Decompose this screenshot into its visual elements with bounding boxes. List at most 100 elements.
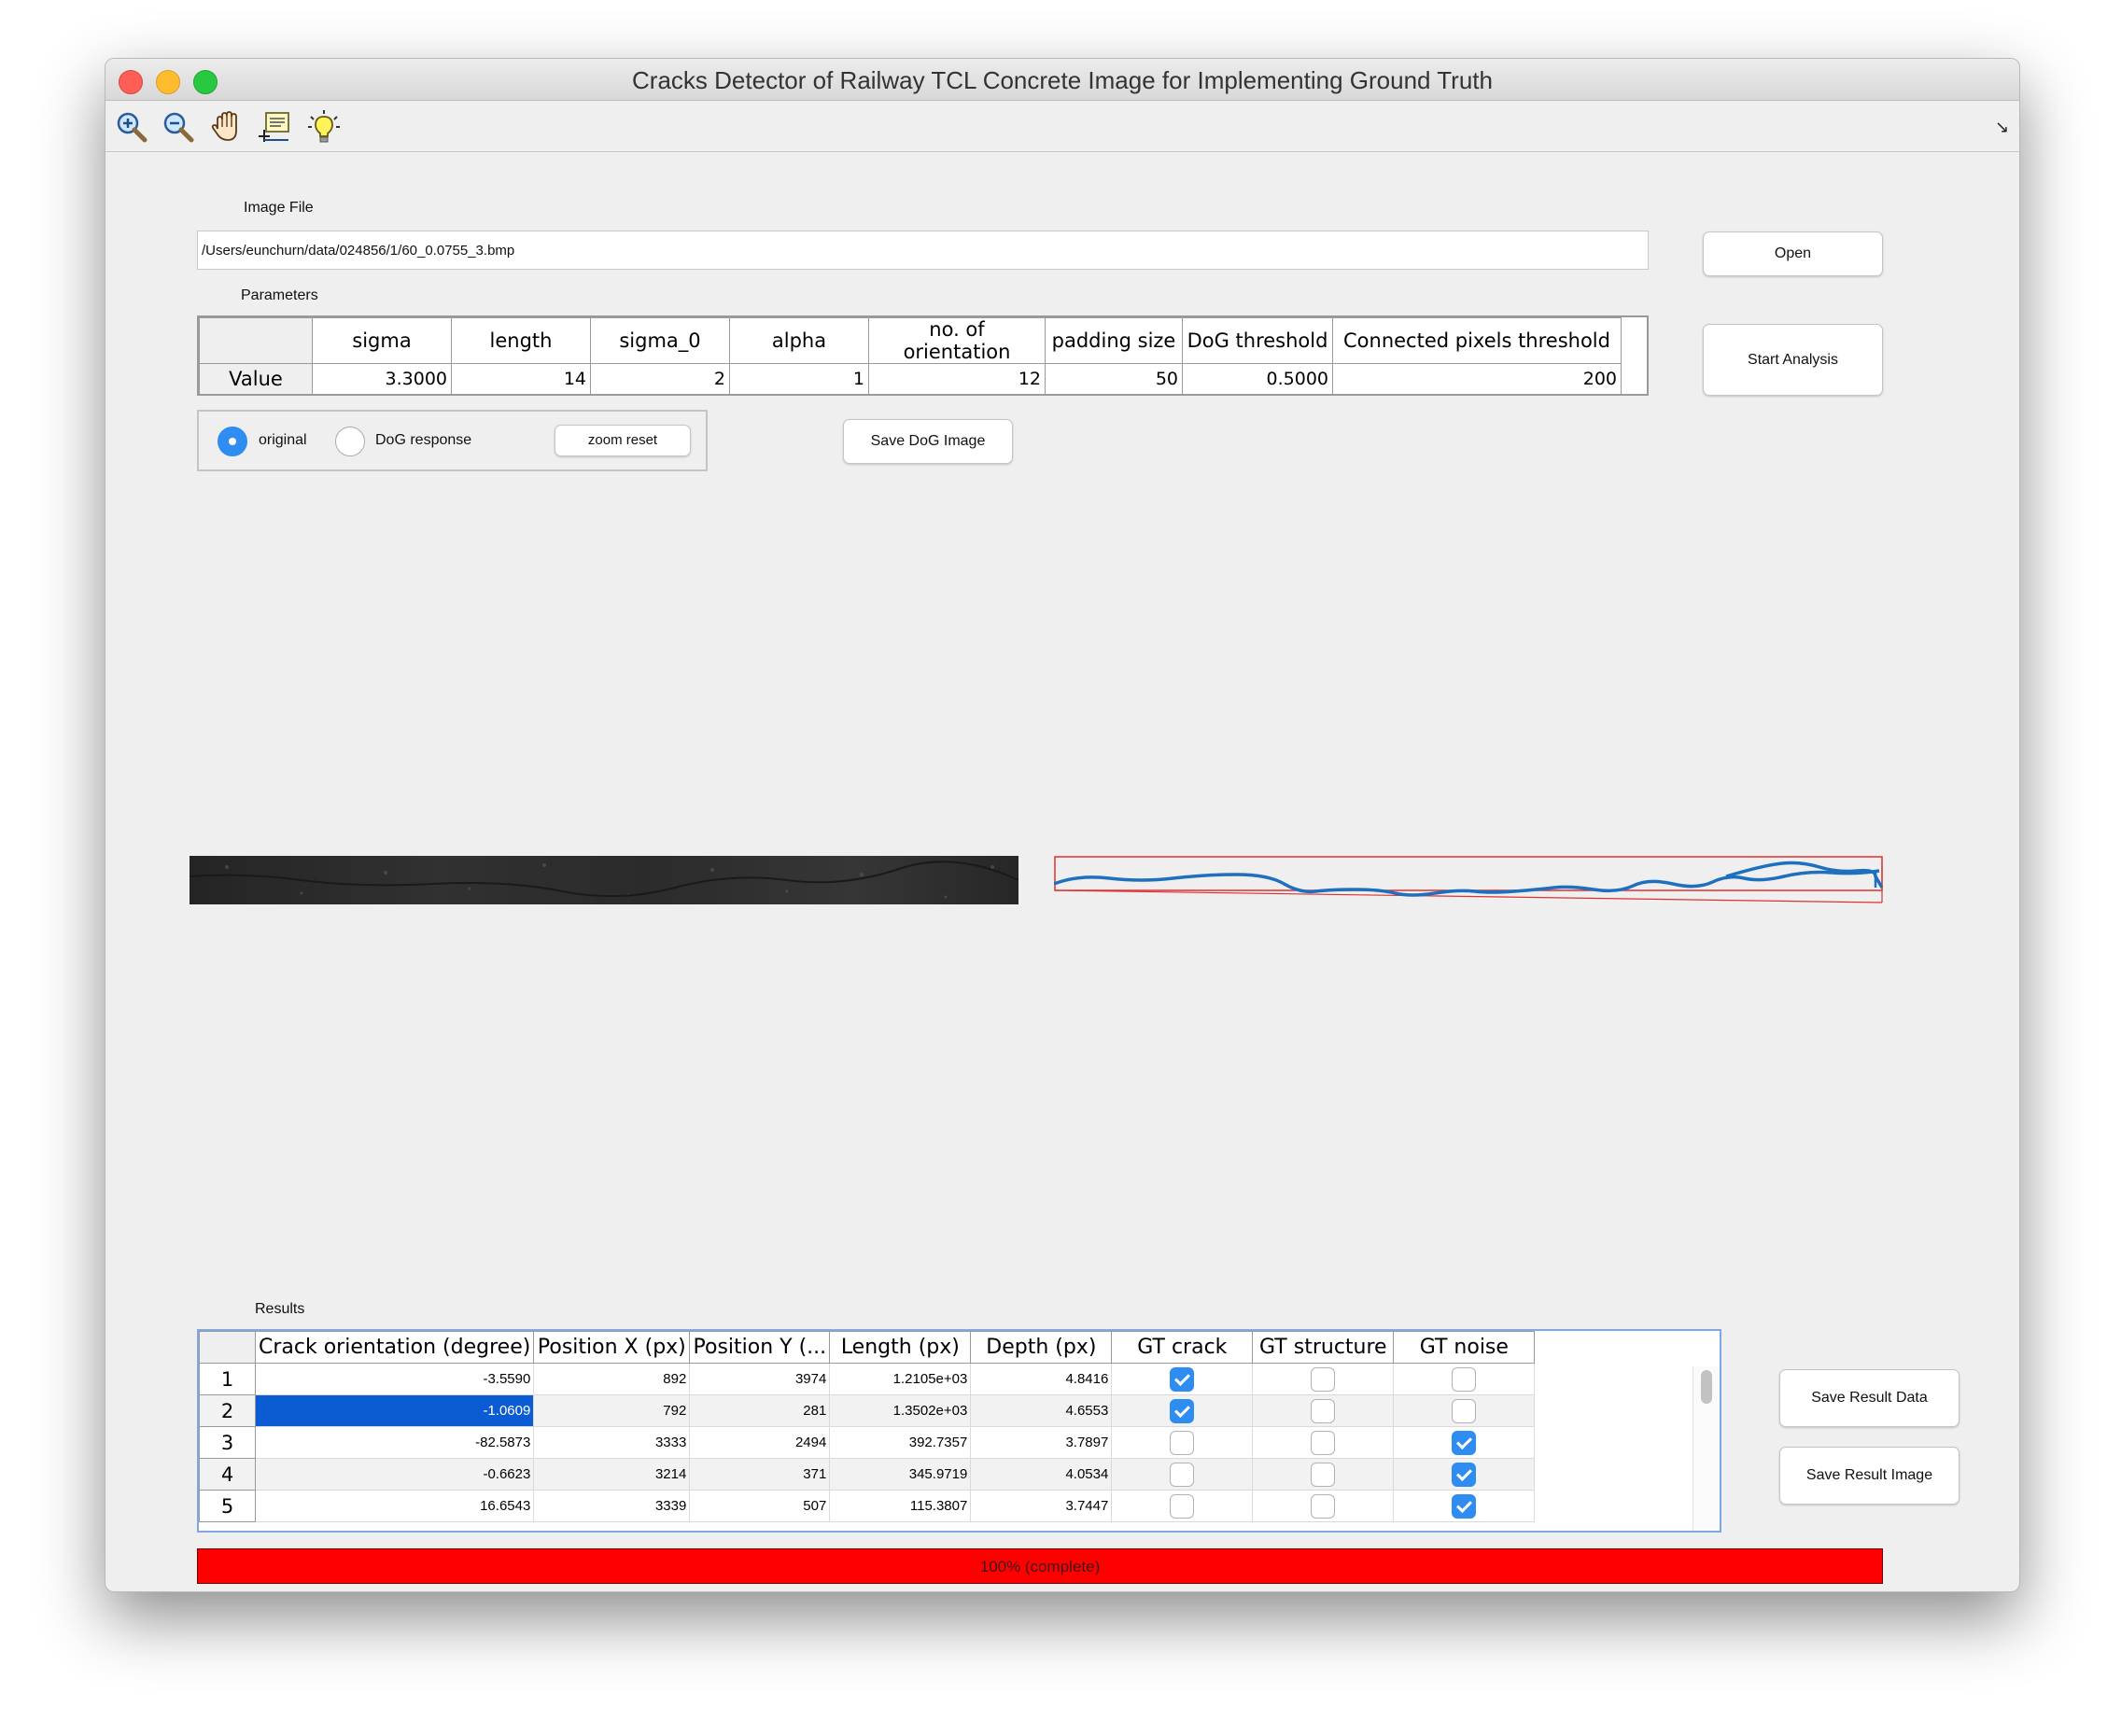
gt-noise-checkbox[interactable] xyxy=(1452,1398,1477,1423)
results-scrollbar-track[interactable] xyxy=(1693,1366,1720,1531)
position-y-cell[interactable]: 371 xyxy=(689,1458,831,1491)
orientation-cell[interactable]: 16.6543 xyxy=(254,1490,535,1522)
original-radio[interactable] xyxy=(218,427,247,456)
position-x-cell[interactable]: 792 xyxy=(533,1394,691,1427)
zoom-reset-button[interactable]: zoom reset xyxy=(555,425,691,456)
crack-detection-plot[interactable] xyxy=(1054,856,1883,904)
gt-structure-cell xyxy=(1252,1490,1395,1522)
data-cursor-icon[interactable] xyxy=(257,108,294,146)
gt-noise-cell xyxy=(1393,1490,1536,1522)
results-header-gt-structure[interactable]: GT structure xyxy=(1252,1331,1395,1364)
param-connected-pixels-cell[interactable]: 200 xyxy=(1332,363,1622,395)
length-cell[interactable]: 392.7357 xyxy=(829,1426,972,1459)
start-analysis-button[interactable]: Start Analysis xyxy=(1703,324,1883,396)
gt-crack-checkbox[interactable] xyxy=(1170,1493,1195,1519)
image-file-path-field[interactable]: /Users/eunchurn/data/024856/1/60_0.0755_… xyxy=(197,231,1649,270)
gt-structure-checkbox[interactable] xyxy=(1311,1493,1336,1519)
param-header: sigma_0 xyxy=(590,317,730,364)
progress-bar: 100% (complete) xyxy=(197,1548,1883,1584)
depth-cell[interactable]: 3.7897 xyxy=(970,1426,1113,1459)
gt-structure-cell xyxy=(1252,1363,1395,1395)
results-header-orientation[interactable]: Crack orientation (degree) xyxy=(254,1331,535,1364)
concrete-original-image[interactable] xyxy=(190,856,1018,904)
gt-noise-checkbox[interactable] xyxy=(1452,1430,1477,1455)
table-row[interactable]: 1 -3.5590 892 3974 1.2105e+03 4.8416 xyxy=(199,1363,1536,1395)
row-number-cell: 1 xyxy=(199,1363,256,1395)
position-x-cell[interactable]: 3333 xyxy=(533,1426,691,1459)
parameters-table-frame: sigma length sigma_0 alpha no. of orient… xyxy=(197,315,1649,396)
length-cell[interactable]: 115.3807 xyxy=(829,1490,972,1522)
orientation-cell[interactable]: -1.0609 xyxy=(254,1394,535,1427)
param-sigma-cell[interactable]: 3.3000 xyxy=(312,363,452,395)
gt-crack-checkbox[interactable] xyxy=(1170,1366,1195,1392)
gt-noise-cell xyxy=(1393,1363,1536,1395)
param-sigma0-cell[interactable]: 2 xyxy=(590,363,730,395)
results-label: Results xyxy=(255,1301,305,1317)
table-row[interactable]: 4 -0.6623 3214 371 345.9719 4.0534 xyxy=(199,1458,1536,1491)
save-result-data-button[interactable]: Save Result Data xyxy=(1779,1369,1959,1427)
results-header-depth[interactable]: Depth (px) xyxy=(970,1331,1113,1364)
table-row[interactable]: 5 16.6543 3339 507 115.3807 3.7447 xyxy=(199,1490,1536,1522)
gt-structure-checkbox[interactable] xyxy=(1311,1430,1336,1455)
gt-noise-cell xyxy=(1393,1394,1536,1427)
gt-structure-checkbox[interactable] xyxy=(1311,1366,1336,1392)
length-cell[interactable]: 1.2105e+03 xyxy=(829,1363,972,1395)
results-header-position-x[interactable]: Position X (px) xyxy=(533,1331,691,1364)
save-dog-image-button[interactable]: Save DoG Image xyxy=(843,419,1013,464)
param-header: DoG threshold xyxy=(1182,317,1333,364)
gt-crack-checkbox[interactable] xyxy=(1170,1462,1195,1487)
param-length-cell[interactable]: 14 xyxy=(451,363,591,395)
length-cell[interactable]: 1.3502e+03 xyxy=(829,1394,972,1427)
zoom-out-icon[interactable] xyxy=(160,108,197,146)
position-x-cell[interactable]: 3214 xyxy=(533,1458,691,1491)
gt-structure-cell xyxy=(1252,1394,1395,1427)
depth-cell[interactable]: 3.7447 xyxy=(970,1490,1113,1522)
results-header-gt-crack[interactable]: GT crack xyxy=(1111,1331,1254,1364)
results-header-length[interactable]: Length (px) xyxy=(829,1331,972,1364)
table-row[interactable]: 3 -82.5873 3333 2494 392.7357 3.7897 xyxy=(199,1426,1536,1459)
param-alpha-cell[interactable]: 1 xyxy=(729,363,869,395)
gt-noise-checkbox[interactable] xyxy=(1452,1493,1477,1519)
open-button[interactable]: Open xyxy=(1703,231,1883,276)
gt-noise-checkbox[interactable] xyxy=(1452,1462,1477,1487)
orientation-cell[interactable]: -0.6623 xyxy=(254,1458,535,1491)
save-result-image-button[interactable]: Save Result Image xyxy=(1779,1447,1959,1505)
toolbar: ↘ xyxy=(105,101,2019,152)
position-y-cell[interactable]: 3974 xyxy=(689,1363,831,1395)
position-y-cell[interactable]: 2494 xyxy=(689,1426,831,1459)
position-x-cell[interactable]: 892 xyxy=(533,1363,691,1395)
length-cell[interactable]: 345.9719 xyxy=(829,1458,972,1491)
gt-structure-checkbox[interactable] xyxy=(1311,1462,1336,1487)
lightbulb-icon[interactable] xyxy=(305,108,343,146)
depth-cell[interactable]: 4.6553 xyxy=(970,1394,1113,1427)
results-table: Crack orientation (degree) Position X (p… xyxy=(199,1331,1536,1522)
param-padding-cell[interactable]: 50 xyxy=(1045,363,1183,395)
gt-noise-checkbox[interactable] xyxy=(1452,1366,1477,1392)
window-title: Cracks Detector of Railway TCL Concrete … xyxy=(632,66,1493,94)
results-scrollbar-thumb[interactable] xyxy=(1701,1370,1712,1404)
param-header: alpha xyxy=(729,317,869,364)
gt-crack-checkbox[interactable] xyxy=(1170,1398,1195,1423)
orientation-cell[interactable]: -82.5873 xyxy=(254,1426,535,1459)
results-header-position-y[interactable]: Position Y (... xyxy=(689,1331,831,1364)
position-y-cell[interactable]: 507 xyxy=(689,1490,831,1522)
parameters-corner-cell xyxy=(199,317,313,364)
dog-response-radio[interactable] xyxy=(335,427,365,456)
gt-crack-cell xyxy=(1111,1394,1254,1427)
depth-cell[interactable]: 4.0534 xyxy=(970,1458,1113,1491)
toolbar-dock-arrow-icon[interactable]: ↘ xyxy=(1995,118,2009,137)
app-window: Cracks Detector of Railway TCL Concrete … xyxy=(105,58,2020,1592)
zoom-in-icon[interactable] xyxy=(113,108,150,146)
position-y-cell[interactable]: 281 xyxy=(689,1394,831,1427)
row-number-cell: 2 xyxy=(199,1394,256,1427)
param-dog-threshold-cell[interactable]: 0.5000 xyxy=(1182,363,1333,395)
gt-crack-checkbox[interactable] xyxy=(1170,1430,1195,1455)
results-header-gt-noise[interactable]: GT noise xyxy=(1393,1331,1536,1364)
orientation-cell[interactable]: -3.5590 xyxy=(254,1363,535,1395)
table-row[interactable]: 2 -1.0609 792 281 1.3502e+03 4.6553 xyxy=(199,1394,1536,1427)
param-orientation-cell[interactable]: 12 xyxy=(868,363,1046,395)
position-x-cell[interactable]: 3339 xyxy=(533,1490,691,1522)
pan-hand-icon[interactable] xyxy=(208,108,246,146)
gt-structure-checkbox[interactable] xyxy=(1311,1398,1336,1423)
depth-cell[interactable]: 4.8416 xyxy=(970,1363,1113,1395)
